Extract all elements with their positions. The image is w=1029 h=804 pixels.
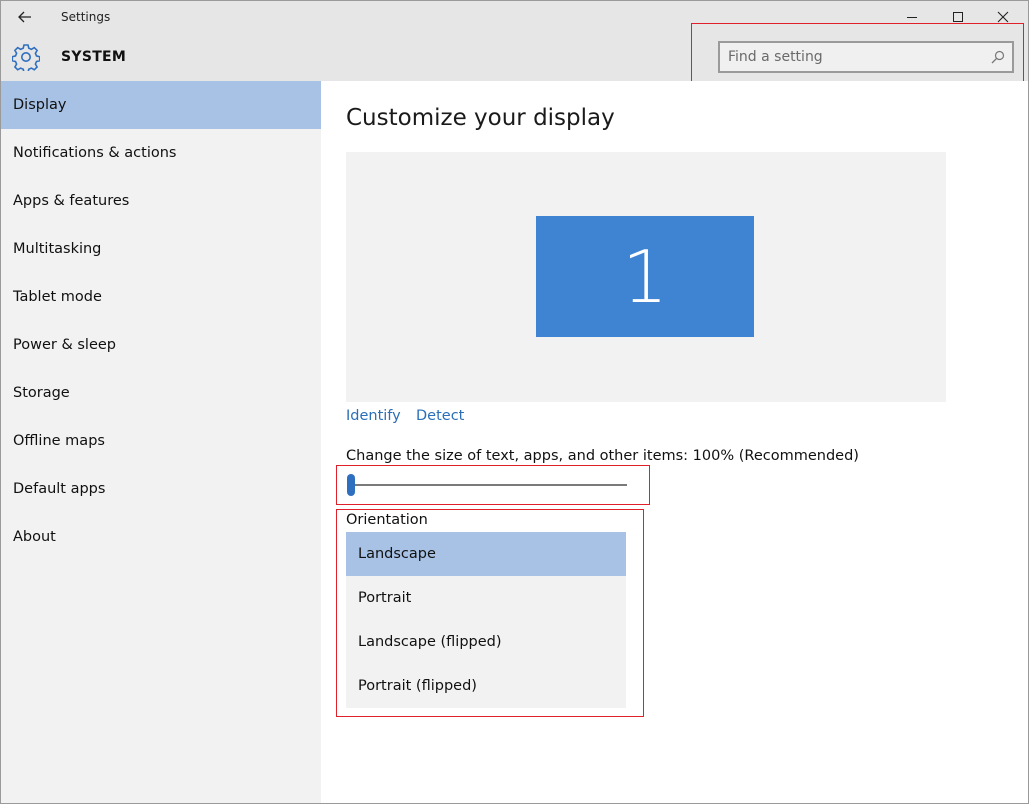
section-title: SYSTEM [61, 49, 127, 65]
identify-link[interactable]: Identify [346, 408, 401, 424]
maximize-icon [953, 12, 963, 22]
sidebar-item-about[interactable]: About [1, 513, 321, 561]
sidebar: Display Notifications & actions Apps & f… [1, 81, 321, 803]
main-content: Customize your display 1 Identify Detect… [321, 81, 1028, 803]
scale-slider-track[interactable] [352, 484, 627, 486]
orientation-option-landscape[interactable]: Landscape [346, 532, 626, 576]
orientation-option-portrait[interactable]: Portrait [346, 576, 626, 620]
page-title: Customize your display [346, 105, 615, 131]
sidebar-item-display[interactable]: Display [1, 81, 321, 129]
sidebar-item-label: Multitasking [13, 241, 102, 257]
sidebar-item-label: About [13, 529, 56, 545]
sidebar-item-offline-maps[interactable]: Offline maps [1, 417, 321, 465]
display-arrangement-area: 1 [346, 152, 946, 402]
settings-window: Settings SYSTEM Find a setting Display N… [0, 0, 1029, 804]
detect-link[interactable]: Detect [416, 408, 464, 424]
minimize-icon [907, 17, 917, 18]
orientation-option-label: Landscape (flipped) [358, 634, 502, 650]
window-title: Settings [61, 10, 111, 24]
sidebar-item-default-apps[interactable]: Default apps [1, 465, 321, 513]
monitor-1-tile[interactable]: 1 [536, 216, 754, 337]
orientation-option-label: Landscape [358, 546, 436, 562]
scale-slider-highlight-box [336, 465, 650, 505]
sidebar-item-storage[interactable]: Storage [1, 369, 321, 417]
sidebar-item-label: Storage [13, 385, 70, 401]
orientation-option-portrait-flipped[interactable]: Portrait (flipped) [346, 664, 626, 708]
sidebar-item-power-sleep[interactable]: Power & sleep [1, 321, 321, 369]
sidebar-item-label: Power & sleep [13, 337, 116, 353]
sidebar-item-apps-features[interactable]: Apps & features [1, 177, 321, 225]
close-icon [997, 11, 1009, 23]
search-icon[interactable] [990, 49, 1006, 65]
sidebar-item-label: Display [13, 97, 67, 113]
sidebar-item-label: Default apps [13, 481, 106, 497]
sidebar-item-label: Offline maps [13, 433, 105, 449]
back-arrow-icon [18, 11, 31, 23]
orientation-option-landscape-flipped[interactable]: Landscape (flipped) [346, 620, 626, 664]
sidebar-item-tablet-mode[interactable]: Tablet mode [1, 273, 321, 321]
sidebar-item-notifications[interactable]: Notifications & actions [1, 129, 321, 177]
scale-slider-thumb[interactable] [347, 474, 355, 496]
search-box[interactable] [718, 41, 1014, 73]
sidebar-item-label: Notifications & actions [13, 145, 177, 161]
orientation-option-label: Portrait [358, 590, 412, 606]
orientation-dropdown-list: Landscape Portrait Landscape (flipped) P… [346, 532, 626, 708]
monitor-number: 1 [622, 234, 668, 319]
settings-header: SYSTEM [1, 23, 1028, 101]
gear-icon [12, 44, 40, 71]
sidebar-item-label: Tablet mode [13, 289, 102, 305]
search-input[interactable] [728, 48, 978, 66]
orientation-option-label: Portrait (flipped) [358, 678, 477, 694]
sidebar-item-multitasking[interactable]: Multitasking [1, 225, 321, 273]
orientation-label: Orientation [346, 512, 428, 528]
scale-label: Change the size of text, apps, and other… [346, 448, 859, 464]
back-button[interactable] [9, 3, 41, 31]
sidebar-item-label: Apps & features [13, 193, 130, 209]
